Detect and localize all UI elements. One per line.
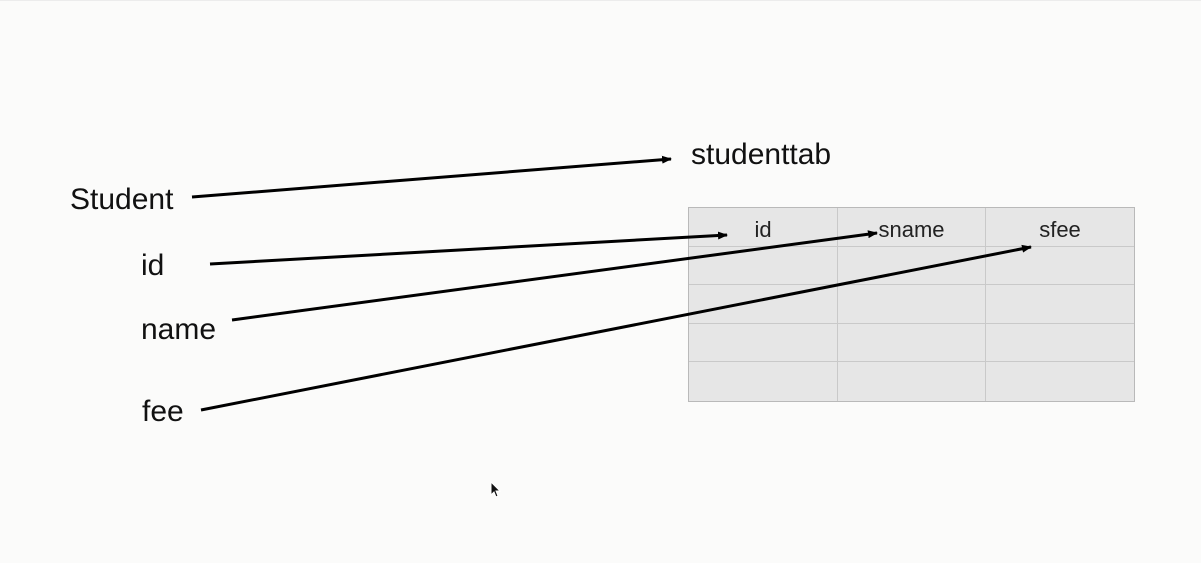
- column-header-sfee: sfee: [986, 208, 1134, 247]
- table-cell: [689, 285, 838, 324]
- table-cell: [986, 324, 1134, 363]
- database-table: id sname sfee: [688, 207, 1135, 402]
- table-cell: [986, 362, 1134, 401]
- entity-field-name: name: [141, 313, 217, 346]
- table-cell: [838, 323, 986, 363]
- entity-field-fee: fee: [142, 395, 184, 428]
- table-cell: [689, 362, 838, 401]
- column-header-sname: sname: [838, 208, 986, 247]
- table-cell: [986, 285, 1134, 324]
- table-cell: [838, 285, 986, 324]
- table-cell: [838, 246, 986, 286]
- table-cell: [689, 323, 838, 363]
- mouse-pointer-icon: [490, 481, 502, 498]
- table-name-label: studenttab: [691, 138, 832, 171]
- arrow-class-to-table: [191, 155, 672, 199]
- column-header-id: id: [689, 208, 838, 247]
- diagram-canvas: Student id name fee studenttab id sname …: [0, 0, 1201, 563]
- entity-field-id: id: [141, 249, 165, 282]
- table-cell: [689, 246, 838, 286]
- arrow-id-to-id: [209, 231, 728, 266]
- entity-class-label: Student: [70, 183, 174, 216]
- table-cell: [986, 247, 1134, 286]
- table-cell: [838, 362, 986, 401]
